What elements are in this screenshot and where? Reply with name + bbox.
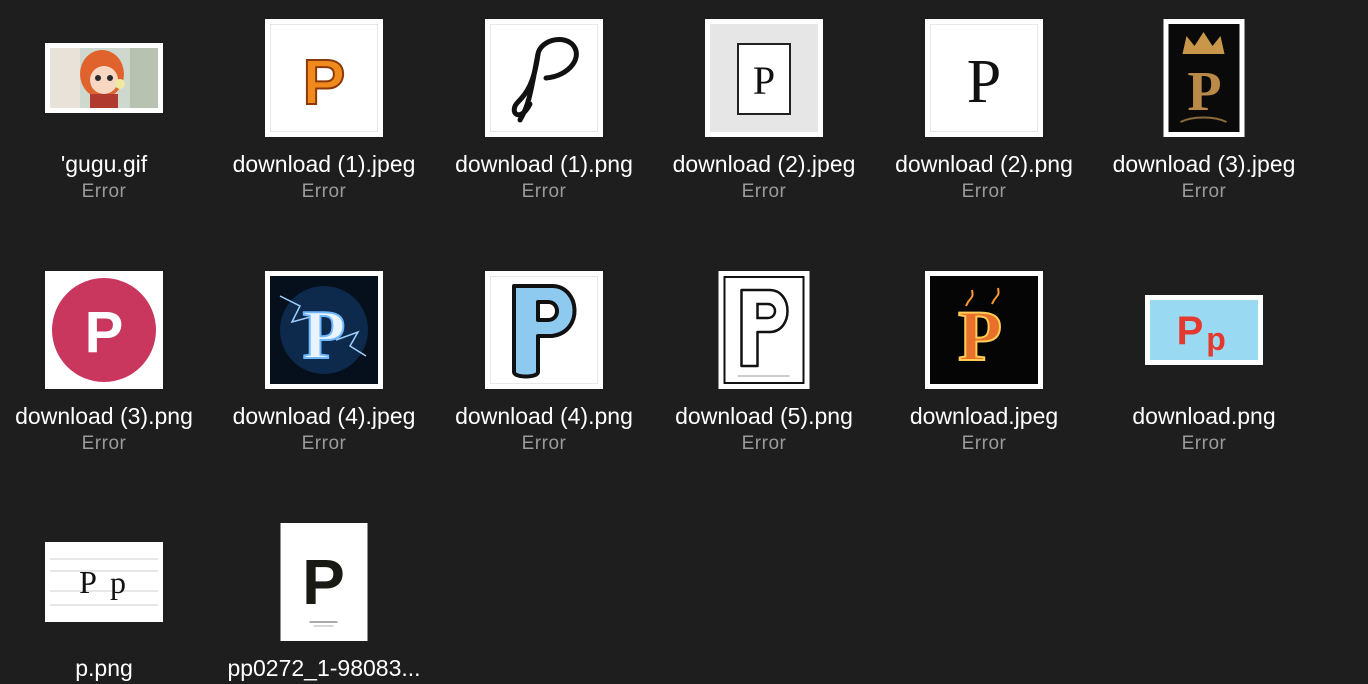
svg-text:P: P [1187, 61, 1221, 123]
serif-p-icon: P [925, 19, 1043, 137]
file-name: download.jpeg [909, 403, 1059, 429]
orange-p-icon: P [265, 19, 383, 137]
file-name: download (1).png [455, 151, 633, 177]
file-name: download (3).jpeg [1112, 151, 1296, 177]
file-status: Error [521, 181, 567, 202]
outline-p-icon [718, 271, 810, 389]
svg-text:p: p [1206, 321, 1226, 357]
file-name: download (2).png [895, 151, 1073, 177]
file-item[interactable]: download (1).png Error [434, 8, 654, 204]
file-status: Error [961, 181, 1007, 202]
svg-text:P: P [303, 46, 346, 118]
framed-serif-p-icon: P [705, 19, 823, 137]
file-status: Error [741, 433, 787, 454]
svg-text:P: P [958, 296, 1002, 376]
anime-character-icon [45, 43, 163, 113]
file-item[interactable]: P download (2).png Error [874, 8, 1094, 204]
file-status: Error [301, 181, 347, 202]
svg-text:P: P [303, 297, 346, 374]
file-name: p.png [75, 655, 133, 681]
file-item[interactable]: download (5).png Error [654, 260, 874, 456]
file-status: Error [521, 433, 567, 454]
file-name: download (5).png [675, 403, 853, 429]
file-item[interactable]: P download (2).jpeg Error [654, 8, 874, 204]
file-item[interactable]: P download.jpeg Error [874, 260, 1094, 456]
svg-text:P: P [753, 58, 775, 103]
file-status: Error [81, 181, 127, 202]
file-name: 'gugu.gif [60, 151, 148, 177]
file-item[interactable]: P p p.png [0, 512, 214, 684]
file-item[interactable]: P pp0272_1-98083... [214, 512, 434, 684]
file-status: Error [301, 433, 347, 454]
file-status: Error [1181, 433, 1227, 454]
file-status: Error [961, 433, 1007, 454]
file-name: pp0272_1-98083... [227, 655, 421, 681]
svg-text:P: P [302, 546, 345, 618]
blue-bubble-p-icon [485, 271, 603, 389]
file-status: Error [1181, 181, 1227, 202]
handwriting-pp-icon: P p [45, 542, 163, 622]
crown-gold-p-icon: P [1163, 19, 1245, 137]
file-item[interactable]: P download (4).jpeg Error [214, 260, 434, 456]
svg-text:p: p [110, 564, 126, 600]
file-name: download (2).jpeg [672, 151, 856, 177]
pink-circle-p-icon: P [45, 271, 163, 389]
script-p-icon [485, 19, 603, 137]
svg-text:P: P [967, 48, 1001, 116]
file-item[interactable]: P download (3).jpeg Error [1094, 8, 1314, 204]
file-item[interactable]: P p download.png Error [1094, 260, 1314, 456]
file-item[interactable]: 'gugu.gif Error [0, 8, 214, 204]
file-status: Error [81, 433, 127, 454]
file-item[interactable]: P download (3).png Error [0, 260, 214, 456]
file-status: Error [741, 181, 787, 202]
file-name: download (3).png [15, 403, 193, 429]
poster-p-icon: P [280, 523, 368, 641]
fire-p-icon: P [925, 271, 1043, 389]
file-item[interactable]: download (4).png Error [434, 260, 654, 456]
file-name: download (1).jpeg [232, 151, 416, 177]
file-name: download (4).jpeg [232, 403, 416, 429]
svg-text:P: P [1177, 309, 1204, 353]
file-item[interactable]: P download (1).jpeg Error [214, 8, 434, 204]
file-name: download.png [1132, 403, 1276, 429]
lightning-p-icon: P [265, 271, 383, 389]
svg-text:P: P [85, 300, 124, 365]
svg-text:P: P [79, 564, 97, 600]
red-pp-icon: P p [1145, 295, 1263, 365]
file-name: download (4).png [455, 403, 633, 429]
